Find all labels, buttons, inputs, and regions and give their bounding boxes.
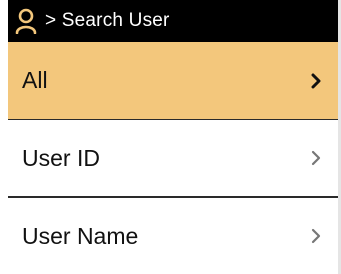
chevron-right-icon bbox=[309, 72, 323, 90]
chevron-right-icon bbox=[309, 227, 323, 245]
menu-item-label: User ID bbox=[22, 144, 100, 171]
search-user-screen: > Search User All User ID User Name bbox=[8, 0, 341, 274]
menu-item-user-name[interactable]: User Name bbox=[8, 198, 341, 274]
menu-item-label: All bbox=[22, 67, 48, 93]
menu-item-label: User Name bbox=[22, 222, 139, 249]
header-bar: > Search User bbox=[8, 0, 341, 42]
chevron-right-icon bbox=[309, 149, 323, 167]
menu-item-user-id[interactable]: User ID bbox=[8, 120, 341, 198]
menu-item-all[interactable]: All bbox=[8, 42, 341, 120]
user-icon bbox=[12, 6, 40, 36]
page-title: > Search User bbox=[45, 10, 170, 31]
